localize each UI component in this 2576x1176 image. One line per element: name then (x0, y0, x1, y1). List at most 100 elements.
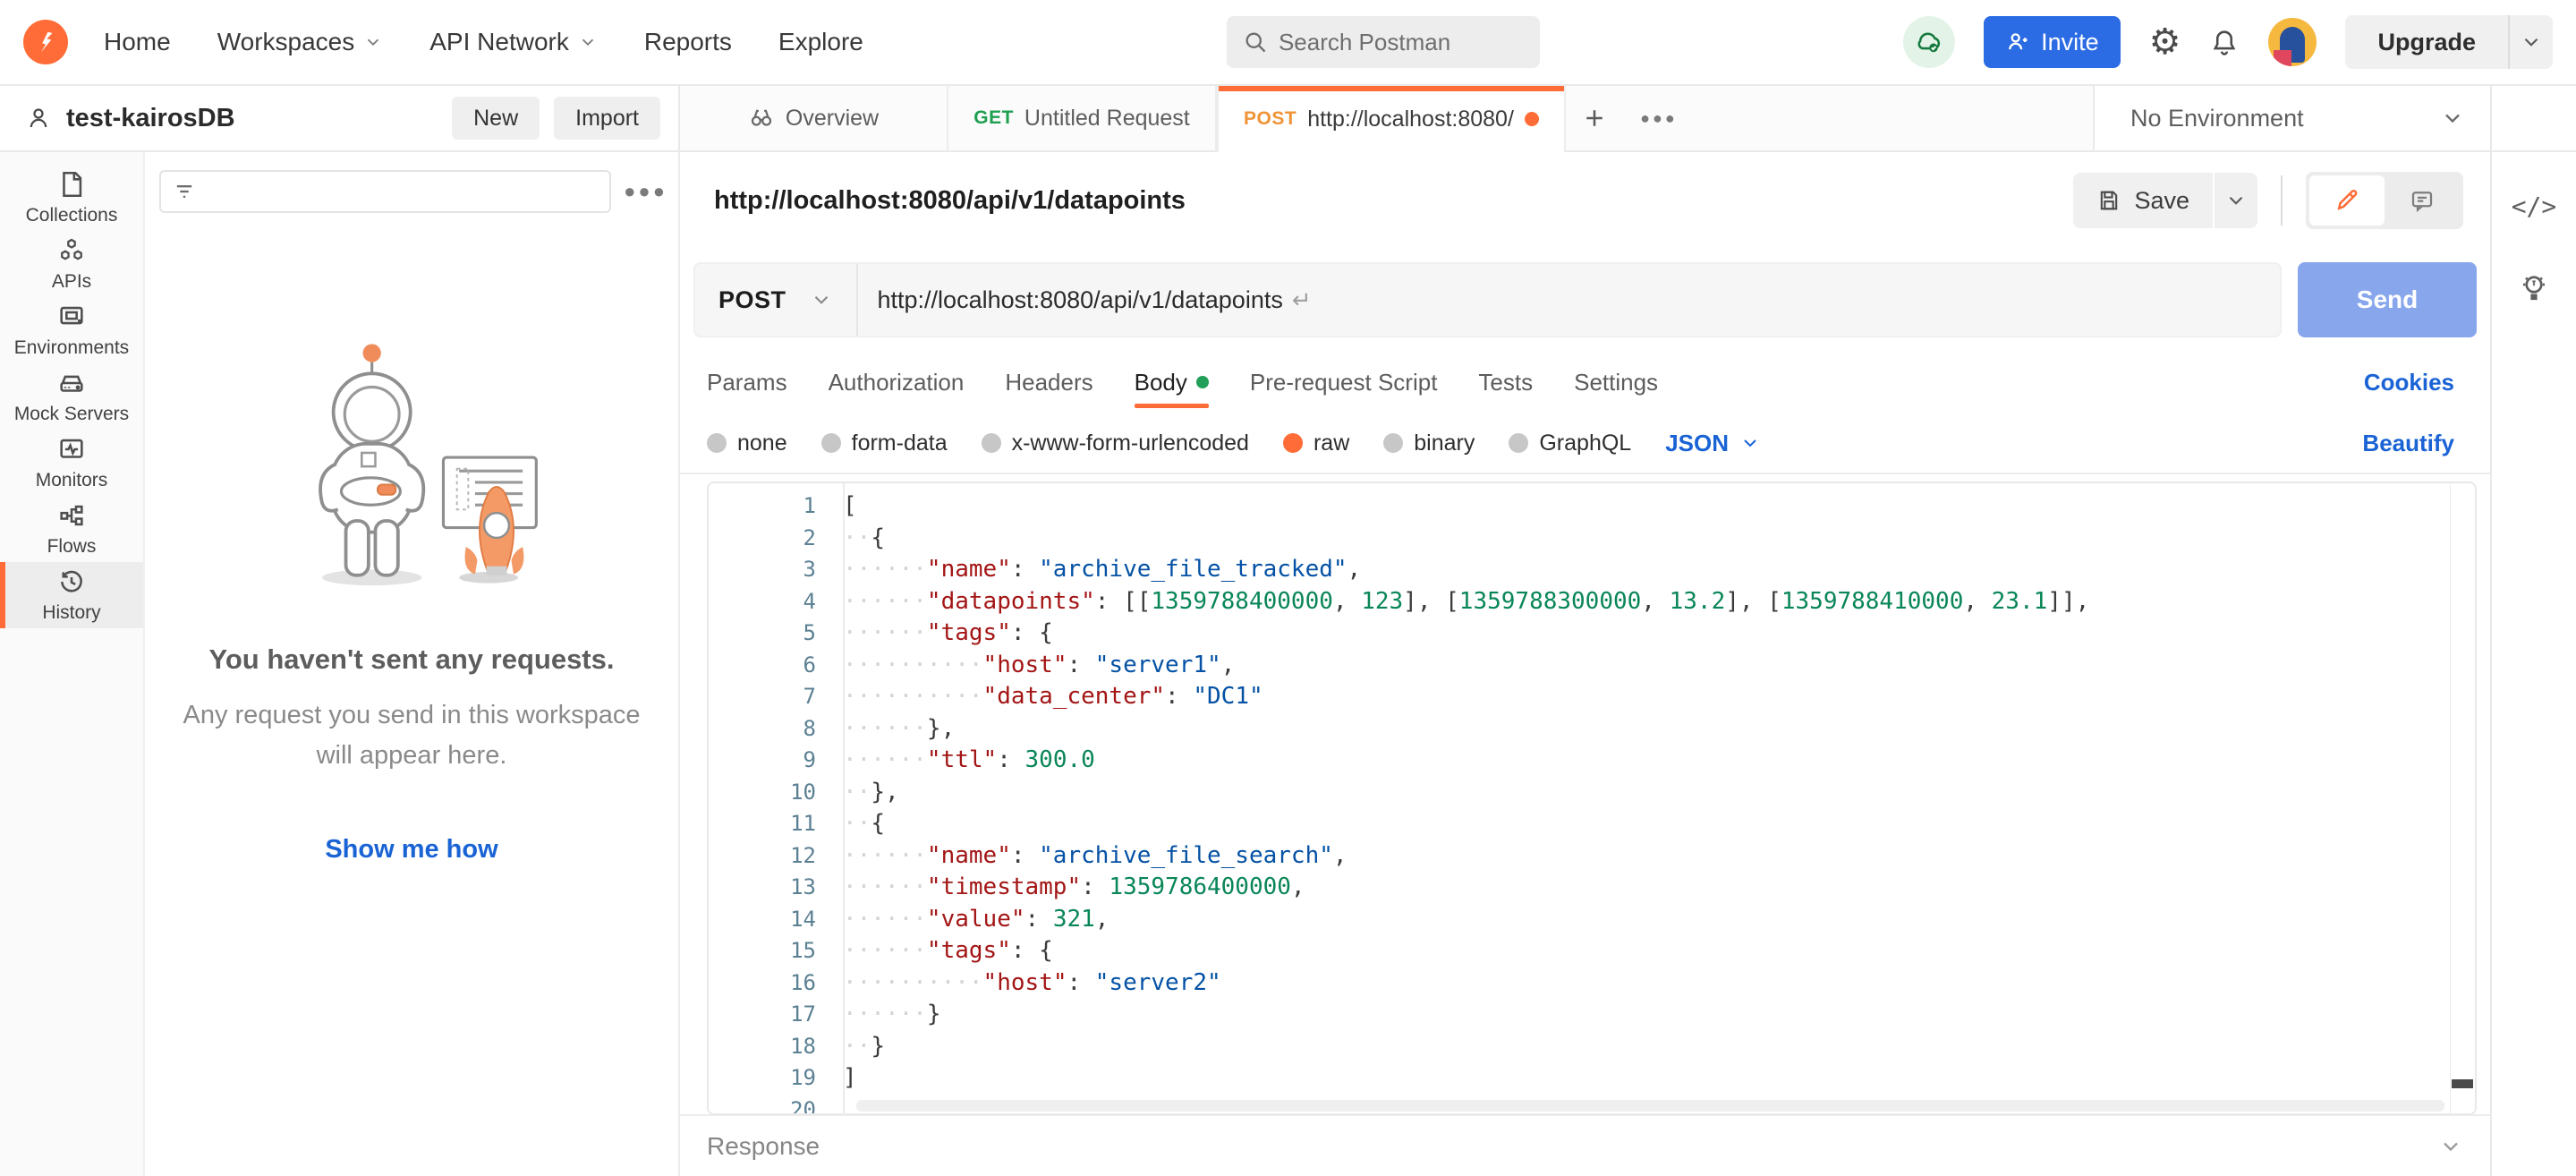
nav-item-explore[interactable]: Explore (778, 28, 863, 56)
reqtab-label: Body (1135, 369, 1187, 396)
tab-headers[interactable]: Headers (1005, 351, 1092, 413)
nav-item-reports[interactable]: Reports (644, 28, 732, 56)
history-more-options-icon[interactable]: ●●● (624, 180, 667, 203)
save-button[interactable]: Save (2073, 173, 2213, 228)
tab-authorization[interactable]: Authorization (829, 351, 965, 413)
line-number: 13 (709, 872, 843, 904)
body-mode-x-www-form-urlencoded[interactable]: x-www-form-urlencoded (982, 430, 1249, 456)
line-number: 3 (709, 554, 843, 586)
workspace-name[interactable]: test-kairosDB (66, 104, 235, 133)
nav-item-workspaces[interactable]: Workspaces (217, 28, 384, 56)
code-snippet-icon[interactable]: </> (2512, 192, 2557, 221)
tab-method-label: POST (1244, 108, 1297, 130)
vertical-scrollbar[interactable] (2450, 483, 2475, 1113)
url-input[interactable]: http://localhost:8080/api/v1/datapoints (858, 286, 1283, 314)
mode-label: binary (1414, 430, 1475, 456)
tab-http-localhost-8080[interactable]: POST http://localhost:8080/ (1217, 86, 1566, 152)
horizontal-scrollbar-track[interactable] (856, 1100, 2444, 1112)
user-avatar[interactable] (2268, 18, 2317, 66)
invite-button[interactable]: Invite (1984, 16, 2121, 68)
tab-pre-request-script[interactable]: Pre-request Script (1250, 351, 1438, 413)
new-tab-button[interactable] (1566, 86, 1623, 150)
sidebar-item-mock-servers[interactable]: Mock Servers (0, 363, 143, 430)
postman-logo-icon[interactable] (23, 20, 68, 64)
monitors-icon (56, 434, 87, 464)
settings-gear-icon[interactable]: ⚙ (2149, 21, 2181, 63)
tab-label: http://localhost:8080/ (1307, 107, 1514, 132)
new-button[interactable]: New (452, 97, 540, 140)
beautify-link[interactable]: Beautify (2362, 430, 2454, 457)
request-config-tabs: Params Authorization Headers Body Pre-reques… (680, 351, 2490, 413)
code-text: ··········"host": "server2" (843, 967, 1221, 1000)
mode-label: none (737, 430, 787, 456)
code-text: ··········"host": "server1", (843, 650, 1235, 682)
sidebar-item-apis[interactable]: APIs (0, 231, 143, 297)
notifications-bell-icon[interactable] (2209, 27, 2240, 57)
nav-item-home[interactable]: Home (104, 28, 171, 56)
show-me-how-link[interactable]: Show me how (325, 835, 497, 865)
sidebar-item-collections[interactable]: Collections (0, 165, 143, 231)
line-number: 16 (709, 967, 843, 1000)
tab-body[interactable]: Body (1135, 351, 1209, 413)
environment-selector[interactable]: No Environment (2093, 86, 2490, 150)
sidebar-item-monitors[interactable]: Monitors (0, 430, 143, 496)
global-search[interactable] (1227, 16, 1540, 68)
response-section-header[interactable]: Response (680, 1114, 2490, 1176)
tab-more-options-icon[interactable]: ●●● (1623, 86, 1695, 150)
radio-graphql (1509, 433, 1528, 453)
edit-mode-button[interactable] (2309, 175, 2385, 226)
sidebar-item-label: Environments (14, 337, 129, 359)
code-text: ······"name": "archive_file_search", (843, 840, 1348, 873)
search-input[interactable] (1279, 29, 1493, 56)
sidebar-item-label: Flows (47, 536, 97, 558)
sync-status-icon[interactable] (1903, 16, 1955, 68)
nav-item-api-network[interactable]: API Network (429, 28, 598, 56)
line-number: 5 (709, 618, 843, 650)
code-line: 15······"tags": { (709, 935, 2448, 967)
tab-params[interactable]: Params (707, 351, 787, 413)
tab-settings[interactable]: Settings (1574, 351, 1658, 413)
left-icon-rail: CollectionsAPIs Environments Mock ServersM… (0, 152, 145, 1176)
line-number: 18 (709, 1031, 843, 1063)
divider (2281, 175, 2283, 226)
mode-label: raw (1314, 430, 1349, 456)
save-options-chevron[interactable] (2215, 173, 2257, 228)
code-line: 11··{ (709, 808, 2448, 840)
cookies-link[interactable]: Cookies (2364, 369, 2454, 396)
line-number: 6 (709, 650, 843, 682)
body-mode-raw[interactable]: raw (1283, 430, 1349, 456)
reqtab-label: Authorization (829, 369, 965, 396)
tab-overview[interactable]: Overview (680, 86, 948, 150)
line-number: 1 (709, 490, 843, 523)
body-mode-none[interactable]: none (707, 430, 787, 456)
tab-tests[interactable]: Tests (1478, 351, 1533, 413)
sidebar-item-history[interactable]: History (0, 562, 143, 628)
sidebar-item-flows[interactable]: Flows (0, 496, 143, 562)
history-filter-input[interactable] (159, 170, 611, 213)
empty-state-body: Any request you send in this workspace w… (181, 695, 642, 776)
scrollbar-handle[interactable] (2452, 1079, 2473, 1088)
reqtab-label: Params (707, 369, 787, 396)
comments-button[interactable] (2385, 175, 2460, 226)
upgrade-chevron-button[interactable] (2510, 15, 2553, 69)
body-mode-form-data[interactable]: form-data (821, 430, 948, 456)
tab-untitled-request[interactable]: GETUntitled Request (948, 86, 1217, 150)
code-line: 12······"name": "archive_file_search", (709, 840, 2448, 873)
body-editor[interactable]: 1[2··{3······"name": "archive_file_track… (707, 481, 2477, 1115)
code-text: ······}, (843, 713, 955, 746)
lightbulb-icon[interactable] (2518, 271, 2550, 303)
body-mode-binary[interactable]: binary (1383, 430, 1475, 456)
send-button[interactable]: Send (2298, 262, 2477, 337)
body-mode-graphql[interactable]: GraphQL (1509, 430, 1631, 456)
code-line: 7··········"data_center": "DC1" (709, 681, 2448, 713)
import-button[interactable]: Import (554, 97, 660, 140)
code-line: 14······"value": 321, (709, 904, 2448, 936)
language-selector[interactable]: JSON (1665, 430, 1761, 457)
code-text: ··{ (843, 808, 885, 840)
environment-selected: No Environment (2130, 105, 2304, 132)
upgrade-button[interactable]: Upgrade (2345, 15, 2508, 69)
sidebar-item-environments[interactable]: Environments (0, 297, 143, 363)
method-selector[interactable]: POST (695, 264, 856, 336)
reqtab-label: Tests (1478, 369, 1533, 396)
code-line: 4······"datapoints": [[1359788400000, 12… (709, 586, 2448, 618)
